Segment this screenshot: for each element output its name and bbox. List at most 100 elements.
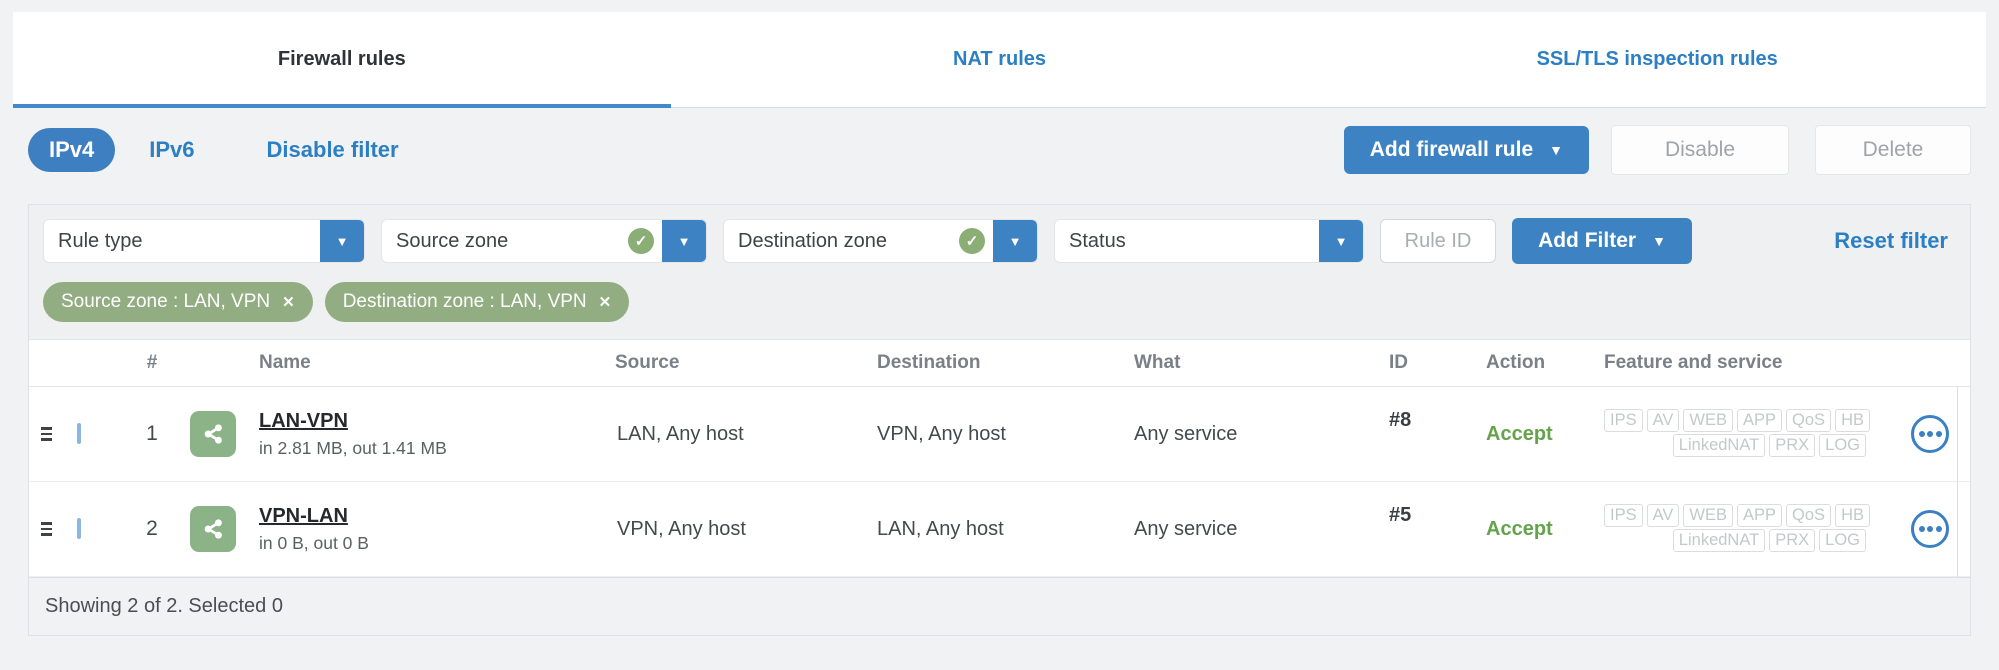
tab-nat-rules[interactable]: NAT rules bbox=[671, 12, 1329, 107]
destination-zone-dropdown-label: Destination zone bbox=[738, 229, 887, 252]
feature-badge: WEB bbox=[1683, 504, 1733, 527]
row-checkbox[interactable] bbox=[77, 518, 81, 539]
table-body: 1 LAN-VPN in 2.81 MB, out 1.41 MB LAN, A… bbox=[29, 387, 1970, 577]
filter-chip-destination-zone: Destination zone : LAN, VPN ✕ bbox=[324, 282, 630, 322]
table-footer-status: Showing 2 of 2. Selected 0 bbox=[29, 577, 1970, 635]
header-action: Action bbox=[1486, 352, 1546, 373]
drag-handle-icon[interactable] bbox=[41, 427, 65, 441]
share-network-icon bbox=[190, 506, 236, 552]
chevron-down-icon: ▼ bbox=[1652, 233, 1666, 249]
feature-badge: AV bbox=[1646, 504, 1680, 527]
header-id: ID bbox=[1389, 352, 1408, 373]
disable-filter-link[interactable]: Disable filter bbox=[267, 137, 399, 163]
feature-badge: LinkedNAT bbox=[1672, 434, 1766, 457]
filter-chip-label: Destination zone : LAN, VPN bbox=[342, 291, 587, 312]
row-number: 2 bbox=[146, 517, 158, 540]
reset-filter-link[interactable]: Reset filter bbox=[1834, 228, 1948, 254]
rule-what: Any service bbox=[1134, 517, 1238, 540]
rule-name-link[interactable]: LAN-VPN bbox=[259, 410, 348, 433]
feature-badge: QoS bbox=[1786, 409, 1832, 432]
table-row: 2 VPN-LAN in 0 B, out 0 B VPN, Any host … bbox=[29, 482, 1970, 577]
chevron-down-icon[interactable]: ▼ bbox=[662, 220, 706, 262]
filter-chip-label: Source zone : LAN, VPN bbox=[61, 291, 271, 312]
feature-badges: IPS AV WEB APP QoS HB LinkedNAT PRX LOG bbox=[1600, 504, 1890, 554]
tab-bar: Firewall rules NAT rules SSL/TLS inspect… bbox=[13, 12, 1986, 108]
row-menu-button[interactable] bbox=[1911, 510, 1949, 548]
feature-badge: HB bbox=[1835, 409, 1870, 432]
rule-type-dropdown-label: Rule type bbox=[58, 229, 143, 252]
rule-id: #8 bbox=[1389, 409, 1412, 431]
drag-handle-icon[interactable] bbox=[41, 522, 65, 536]
status-dropdown-label: Status bbox=[1069, 229, 1126, 252]
source-zone-dropdown[interactable]: Source zone ✓ ▼ bbox=[381, 219, 707, 263]
feature-badge-line: LinkedNAT PRX LOG bbox=[1600, 529, 1866, 552]
add-filter-button[interactable]: Add Filter ▼ bbox=[1512, 218, 1692, 264]
active-filter-chips: Source zone : LAN, VPN ✕ Destination zon… bbox=[29, 276, 1970, 339]
share-network-icon bbox=[190, 411, 236, 457]
header-source: Source bbox=[615, 352, 680, 373]
feature-badge-line: LinkedNAT PRX LOG bbox=[1600, 434, 1866, 457]
chevron-down-icon[interactable]: ▼ bbox=[1319, 220, 1363, 262]
feature-badge: PRX bbox=[1769, 529, 1816, 552]
check-circle-icon: ✓ bbox=[959, 228, 985, 254]
toolbar: IPv4 IPv6 Disable filter Add firewall ru… bbox=[28, 124, 1971, 176]
header-what: What bbox=[1134, 352, 1181, 373]
header-destination: Destination bbox=[877, 352, 981, 373]
feature-badge: LOG bbox=[1819, 434, 1866, 457]
tab-firewall-rules[interactable]: Firewall rules bbox=[13, 12, 671, 108]
row-menu-button[interactable] bbox=[1911, 415, 1949, 453]
feature-badge: HB bbox=[1835, 504, 1870, 527]
row-number: 1 bbox=[146, 422, 158, 445]
feature-badge-line: IPS AV WEB APP QoS HB bbox=[1600, 409, 1870, 432]
destination-zone-dropdown[interactable]: Destination zone ✓ ▼ bbox=[723, 219, 1038, 263]
disable-button[interactable]: Disable bbox=[1611, 125, 1789, 175]
delete-button[interactable]: Delete bbox=[1815, 125, 1971, 175]
ipv6-toggle[interactable]: IPv6 bbox=[149, 137, 194, 163]
rule-action: Accept bbox=[1486, 517, 1553, 540]
feature-badge: AV bbox=[1646, 409, 1680, 432]
row-checkbox[interactable] bbox=[77, 423, 81, 444]
filter-row: Rule type ▼ Source zone ✓ ▼ Destination … bbox=[29, 205, 1970, 276]
chevron-down-icon: ▼ bbox=[1549, 142, 1563, 158]
rule-source: VPN, Any host bbox=[617, 517, 746, 540]
close-icon[interactable]: ✕ bbox=[282, 293, 295, 311]
feature-badge: WEB bbox=[1683, 409, 1733, 432]
filter-chip-source-zone: Source zone : LAN, VPN ✕ bbox=[43, 282, 313, 322]
close-icon[interactable]: ✕ bbox=[599, 293, 612, 311]
rule-what: Any service bbox=[1134, 422, 1238, 445]
rule-traffic: in 0 B, out 0 B bbox=[259, 532, 369, 553]
header-name: Name bbox=[259, 352, 311, 373]
table-header: # Name Source Destination What ID Action… bbox=[29, 339, 1970, 387]
header-num: # bbox=[146, 352, 158, 373]
feature-badge: IPS bbox=[1604, 504, 1643, 527]
chevron-down-icon[interactable]: ▼ bbox=[320, 220, 364, 262]
rule-destination: LAN, Any host bbox=[877, 517, 1004, 540]
feature-badge: LinkedNAT bbox=[1672, 529, 1766, 552]
feature-badge-line: IPS AV WEB APP QoS HB bbox=[1600, 504, 1870, 527]
rule-id: #5 bbox=[1389, 504, 1412, 526]
feature-badge: PRX bbox=[1769, 434, 1816, 457]
rule-destination: VPN, Any host bbox=[877, 422, 1006, 445]
feature-badge: IPS bbox=[1604, 409, 1643, 432]
check-circle-icon: ✓ bbox=[628, 228, 654, 254]
rule-type-dropdown[interactable]: Rule type ▼ bbox=[43, 219, 365, 263]
rules-panel: Rule type ▼ Source zone ✓ ▼ Destination … bbox=[28, 204, 1971, 636]
add-filter-label: Add Filter bbox=[1538, 229, 1637, 252]
source-zone-dropdown-label: Source zone bbox=[396, 229, 509, 252]
ipv4-toggle[interactable]: IPv4 bbox=[28, 128, 116, 172]
feature-badge: LOG bbox=[1819, 529, 1866, 552]
chevron-down-icon[interactable]: ▼ bbox=[993, 220, 1037, 262]
rule-id-input[interactable] bbox=[1380, 219, 1496, 263]
tab-ssl-tls-inspection-rules[interactable]: SSL/TLS inspection rules bbox=[1328, 12, 1986, 107]
rule-action: Accept bbox=[1486, 422, 1553, 445]
rule-name-link[interactable]: VPN-LAN bbox=[259, 505, 348, 528]
add-firewall-rule-button[interactable]: Add firewall rule ▼ bbox=[1343, 126, 1589, 174]
header-feature: Feature and service bbox=[1604, 352, 1783, 373]
status-dropdown[interactable]: Status ▼ bbox=[1054, 219, 1364, 263]
feature-badges: IPS AV WEB APP QoS HB LinkedNAT PRX LOG bbox=[1600, 409, 1890, 459]
add-firewall-rule-label: Add firewall rule bbox=[1369, 138, 1534, 161]
rule-traffic: in 2.81 MB, out 1.41 MB bbox=[259, 437, 447, 458]
feature-badge: QoS bbox=[1786, 504, 1832, 527]
table-row: 1 LAN-VPN in 2.81 MB, out 1.41 MB LAN, A… bbox=[29, 387, 1970, 482]
feature-badge: APP bbox=[1737, 504, 1783, 527]
